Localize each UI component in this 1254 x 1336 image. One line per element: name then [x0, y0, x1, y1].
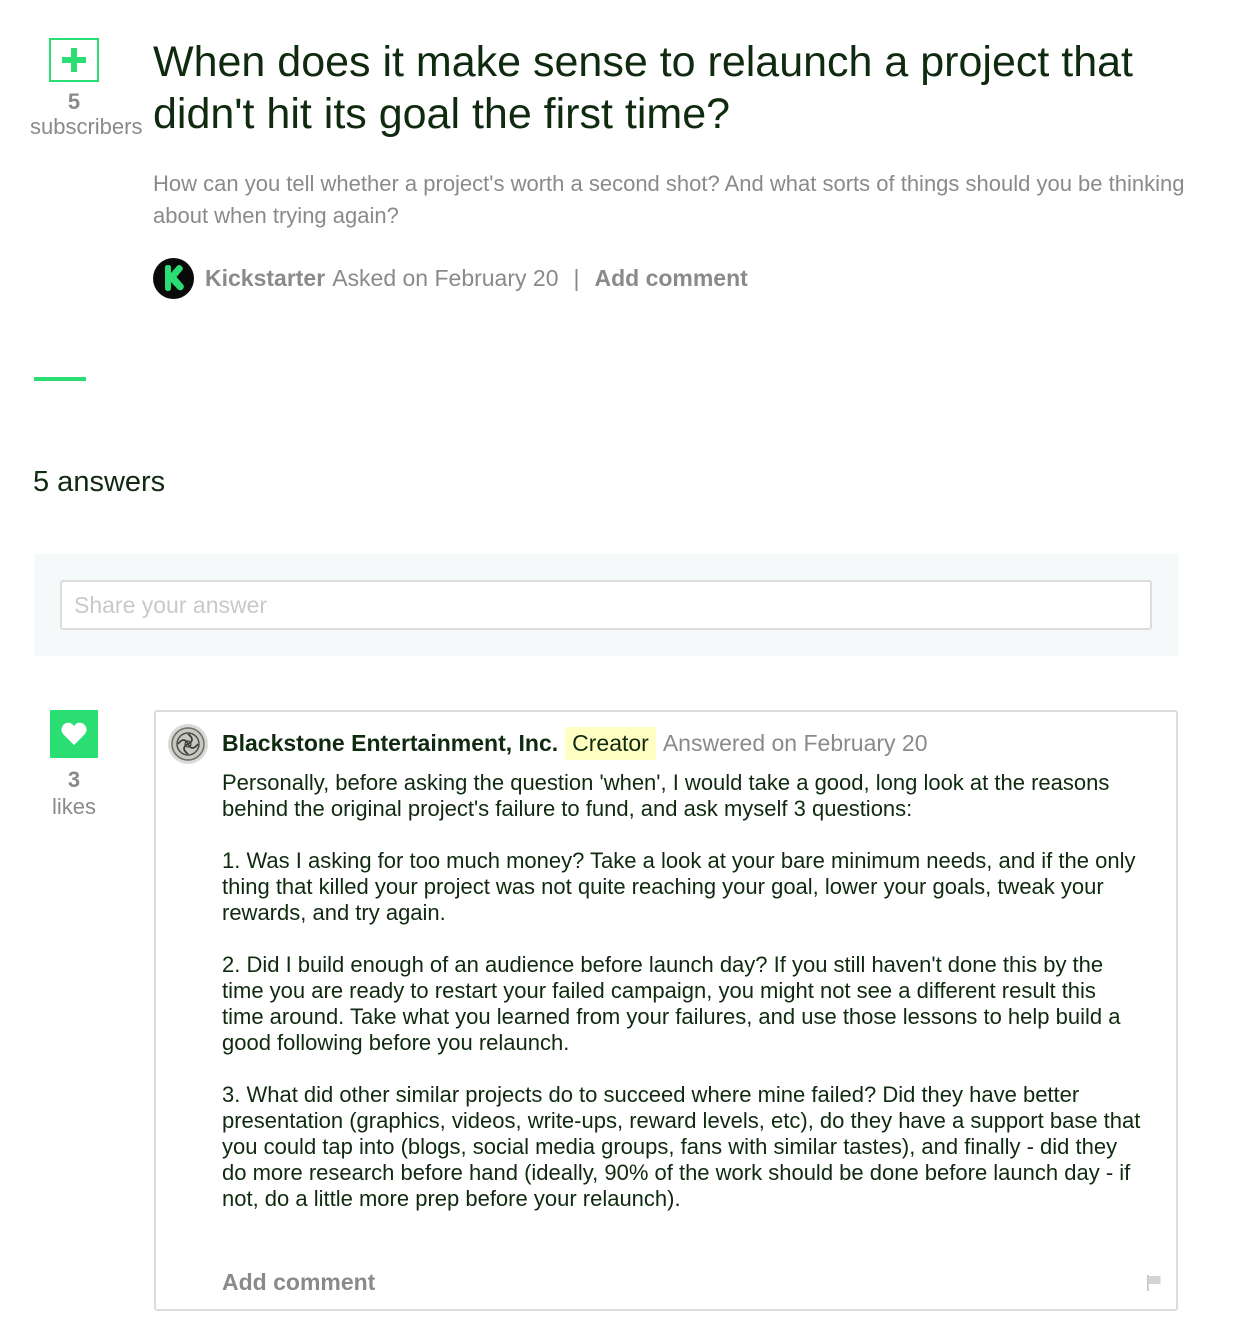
answer-paragraph: 2. Did I build enough of an audience bef… — [222, 952, 1121, 1055]
question-description: How can you tell whether a project's wor… — [153, 171, 1185, 228]
like-button[interactable] — [50, 710, 98, 758]
share-answer-panel — [34, 554, 1178, 656]
section-divider — [34, 377, 86, 381]
subscribe-widget: 5 subscribers — [30, 38, 143, 140]
like-widget: 3 likes — [34, 710, 114, 822]
meta-separator: | — [573, 264, 580, 291]
like-label: likes — [51, 794, 96, 819]
like-count: 3 — [67, 767, 81, 792]
answer-paragraph: 3. What did other similar projects do to… — [222, 1082, 1141, 1211]
answer-header: Blackstone Entertainment, Inc. Creator A… — [222, 725, 928, 761]
asker-name[interactable]: Kickstarter — [205, 265, 325, 292]
kickstarter-avatar[interactable] — [153, 257, 194, 299]
celtic-knot-logo-icon — [171, 727, 205, 761]
answer-paragraph: Personally, before asking the question '… — [222, 770, 1110, 821]
flag-icon[interactable] — [1146, 1274, 1162, 1292]
plus-icon — [62, 48, 86, 72]
share-answer-input[interactable] — [60, 580, 1152, 630]
asker-meta: Kickstarter Asked on February 20 | Add c… — [153, 257, 748, 299]
heart-icon — [61, 722, 87, 745]
answerer-name[interactable]: Blackstone Entertainment, Inc. — [222, 730, 558, 757]
question-title: When does it make sense to relaunch a pr… — [153, 38, 1133, 138]
answer-add-comment-link[interactable]: Add comment — [222, 1269, 375, 1296]
subscriber-label: subscribers — [30, 114, 143, 139]
answers-count-heading: 5 answers — [33, 466, 166, 498]
question-add-comment-link[interactable]: Add comment — [594, 265, 747, 292]
subscriber-count: 5 — [67, 89, 81, 114]
answer-body: Personally, before asking the question '… — [222, 770, 1142, 1238]
answer-card: Blackstone Entertainment, Inc. Creator A… — [154, 710, 1178, 1311]
answerer-avatar[interactable] — [168, 724, 208, 764]
subscribe-button[interactable] — [49, 38, 99, 82]
creator-badge: Creator — [565, 726, 656, 760]
answer-paragraph: 1. Was I asking for too much money? Take… — [222, 848, 1136, 925]
kickstarter-logo-icon — [164, 265, 184, 291]
asked-date: Asked on February 20 — [332, 264, 559, 291]
answered-date: Answered on February 20 — [662, 729, 928, 756]
